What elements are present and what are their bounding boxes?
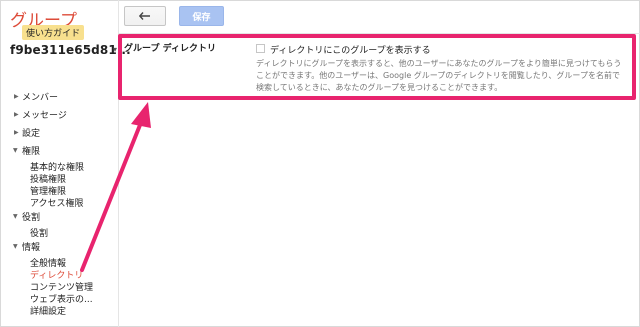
sidebar-item-information[interactable]: 情報 (22, 240, 40, 253)
sidebar-item-members[interactable]: メンバー (22, 90, 58, 103)
collapse-triangle-icon[interactable]: ▼ (13, 147, 18, 154)
expand-triangle-icon[interactable]: ▶ (14, 93, 19, 100)
expand-triangle-icon[interactable]: ▶ (14, 111, 19, 118)
sidebar-item-messages[interactable]: メッセージ (22, 108, 67, 121)
app-logo[interactable]: グループ 使い方ガイド (8, 4, 118, 40)
sidebar-item-roles[interactable]: 役割 (22, 210, 40, 223)
annotation-highlight-box (118, 34, 636, 100)
group-menu-caret-icon[interactable]: ▾ (113, 45, 117, 54)
collapse-triangle-icon[interactable]: ▼ (13, 213, 18, 220)
expand-triangle-icon[interactable]: ▶ (14, 129, 19, 136)
collapse-triangle-icon[interactable]: ▼ (13, 243, 18, 250)
sidebar-subitem-advanced[interactable]: 詳細設定 (30, 304, 66, 317)
sidebar-item-settings[interactable]: 設定 (22, 126, 40, 139)
back-arrow-icon (139, 12, 150, 20)
logo-subtitle: 使い方ガイド (22, 25, 85, 40)
sidebar-subitem-roles[interactable]: 役割 (30, 226, 48, 239)
sidebar-item-permissions[interactable]: 権限 (22, 144, 40, 157)
save-button[interactable]: 保存 (179, 6, 224, 26)
back-button[interactable] (124, 6, 166, 26)
sidebar-subitem-access-permissions[interactable]: アクセス権限 (30, 196, 84, 209)
